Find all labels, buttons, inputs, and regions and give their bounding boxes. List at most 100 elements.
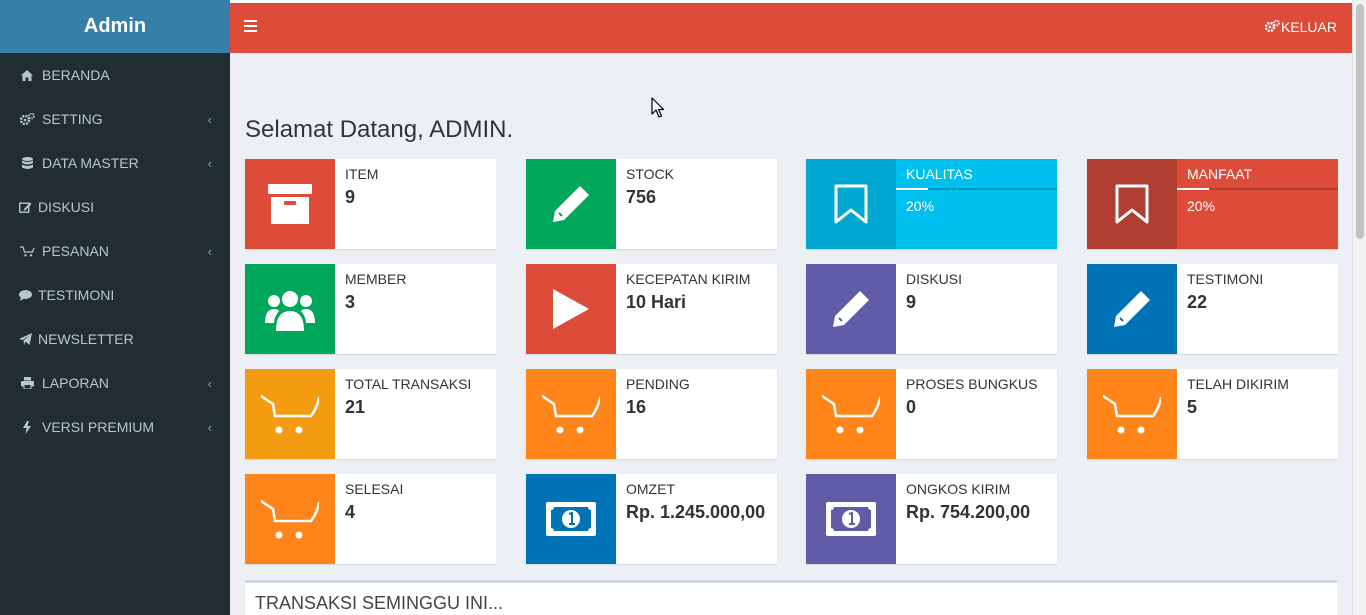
stat-label: DISKUSI [906, 271, 963, 287]
stat-label: TELAH DIKIRIM [1187, 376, 1289, 392]
stat-card-item[interactable]: ITEM 9 [245, 159, 496, 249]
chevron-left-icon: ‹ [207, 419, 212, 435]
bookmark-icon [1087, 159, 1177, 249]
brand-logo[interactable]: Admin [0, 0, 230, 53]
stat-value: 3 [345, 292, 356, 312]
money-icon [526, 474, 616, 564]
sidebar-item-label: LAPORAN [42, 375, 109, 391]
stat-card-stock[interactable]: STOCK 756 [526, 159, 777, 249]
cogs-icon [1264, 19, 1280, 35]
pencil-icon [806, 264, 896, 354]
stat-value: 10 Hari [626, 292, 687, 312]
page-title: Selamat Datang, ADMIN. [245, 116, 514, 143]
edit-icon [18, 201, 32, 213]
stat-card-ongkos-kirim[interactable]: ONGKOS KIRIM Rp. 754.200,00 [806, 474, 1057, 564]
pencil-icon [526, 159, 616, 249]
stat-value: 9 [345, 187, 356, 207]
stat-percent: 20% [1187, 198, 1216, 214]
stat-percent: 20% [906, 198, 935, 214]
stat-label: MANFAAT [1187, 166, 1253, 182]
progress-bar [896, 188, 1057, 190]
cart-icon [526, 369, 616, 459]
stat-label: TESTIMONI [1187, 271, 1264, 287]
paper-plane-icon [18, 333, 32, 345]
stat-card-kualitas[interactable]: KUALITAS 20% [806, 159, 1057, 249]
sidebar-item-testimoni[interactable]: TESTIMONI [0, 273, 230, 317]
sidebar-item-newsletter[interactable]: NEWSLETTER [0, 317, 230, 361]
sidebar-item-label: VERSI PREMIUM [42, 419, 155, 435]
archive-icon [245, 159, 335, 249]
progress-fill [896, 188, 929, 190]
sidebar-item-data-master[interactable]: DATA MASTER ‹ [0, 141, 230, 185]
stat-value: 22 [1187, 292, 1208, 312]
stat-label: KUALITAS [906, 166, 973, 182]
logout-label: KELUAR [1280, 19, 1337, 35]
scrollbar-thumb[interactable] [1356, 4, 1364, 239]
money-icon [806, 474, 896, 564]
stat-value: 0 [906, 397, 917, 417]
sidebar-toggle-icon[interactable] [244, 20, 257, 32]
stat-value: 16 [626, 397, 647, 417]
stat-label: KECEPATAN KIRIM [626, 271, 751, 287]
sidebar-item-label: DATA MASTER [42, 155, 139, 171]
sidebar-item-label: SETTING [42, 111, 103, 127]
bolt-icon [18, 420, 36, 434]
stat-card-diskusi[interactable]: DISKUSI 9 [806, 264, 1057, 354]
cart-icon [806, 369, 896, 459]
stat-card-proses-bungkus[interactable]: PROSES BUNGKUS 0 [806, 369, 1057, 459]
cart-icon [245, 369, 335, 459]
sidebar-item-diskusi[interactable]: DISKUSI [0, 185, 230, 229]
progress-bar [1177, 188, 1338, 190]
stat-value: Rp. 754.200,00 [906, 502, 1031, 522]
stat-card-selesai[interactable]: SELESAI 4 [245, 474, 496, 564]
main-content: Selamat Datang, ADMIN. ITEM 9 STOCK 756 … [230, 53, 1352, 615]
stat-label: PENDING [626, 376, 690, 392]
users-icon [245, 264, 335, 354]
stat-label: ITEM [345, 166, 379, 182]
stat-label: ONGKOS KIRIM [906, 481, 1011, 497]
stat-label: OMZET [626, 481, 675, 497]
sidebar-item-setting[interactable]: SETTING ‹ [0, 97, 230, 141]
stat-card-manfaat[interactable]: MANFAAT 20% [1087, 159, 1338, 249]
panel-title: TRANSAKSI SEMINGGU INI... [255, 593, 504, 613]
stat-label: SELESAI [345, 481, 404, 497]
print-icon [18, 377, 36, 389]
sidebar-item-label: BERANDA [42, 67, 110, 83]
stat-value: 4 [345, 502, 356, 522]
weekly-transactions-panel: TRANSAKSI SEMINGGU INI... [245, 580, 1337, 615]
vertical-scrollbar[interactable] [1352, 0, 1366, 615]
stat-value: 756 [626, 187, 657, 207]
stat-value: 9 [906, 292, 917, 312]
cart-icon [245, 474, 335, 564]
stat-label: TOTAL TRANSAKSI [345, 376, 472, 392]
top-navbar: KELUAR [230, 3, 1352, 53]
stat-label: MEMBER [345, 271, 407, 287]
mouse-cursor-icon [651, 97, 665, 118]
sidebar-item-label: NEWSLETTER [38, 331, 134, 347]
chevron-left-icon: ‹ [207, 375, 212, 391]
sidebar: Admin BERANDA SETTING ‹ DATA MASTER ‹ DI… [0, 0, 230, 615]
stat-card-telah-dikirim[interactable]: TELAH DIKIRIM 5 [1087, 369, 1338, 459]
sidebar-item-pesanan[interactable]: PESANAN ‹ [0, 229, 230, 273]
logout-button[interactable]: KELUAR [1264, 19, 1337, 35]
play-icon [526, 264, 616, 354]
stat-card-kecepatan-kirim[interactable]: KECEPATAN KIRIM 10 Hari [526, 264, 777, 354]
stat-value: 21 [345, 397, 366, 417]
sidebar-item-versi-premium[interactable]: VERSI PREMIUM ‹ [0, 405, 230, 449]
stat-label: STOCK [626, 166, 674, 182]
chevron-left-icon: ‹ [207, 155, 212, 171]
stat-card-testimoni[interactable]: TESTIMONI 22 [1087, 264, 1338, 354]
stat-label: PROSES BUNGKUS [906, 376, 1038, 392]
stat-card-pending[interactable]: PENDING 16 [526, 369, 777, 459]
database-icon [18, 156, 36, 170]
sidebar-item-label: TESTIMONI [38, 287, 115, 303]
sidebar-item-laporan[interactable]: LAPORAN ‹ [0, 361, 230, 405]
sidebar-item-beranda[interactable]: BERANDA [0, 53, 230, 97]
sidebar-item-label: DISKUSI [38, 199, 95, 215]
chevron-left-icon: ‹ [207, 111, 212, 127]
stat-card-total-transaksi[interactable]: TOTAL TRANSAKSI 21 [245, 369, 496, 459]
stat-card-member[interactable]: MEMBER 3 [245, 264, 496, 354]
stat-card-omzet[interactable]: OMZET Rp. 1.245.000,00 [526, 474, 777, 564]
comment-icon [18, 289, 32, 301]
chevron-left-icon: ‹ [207, 243, 212, 259]
